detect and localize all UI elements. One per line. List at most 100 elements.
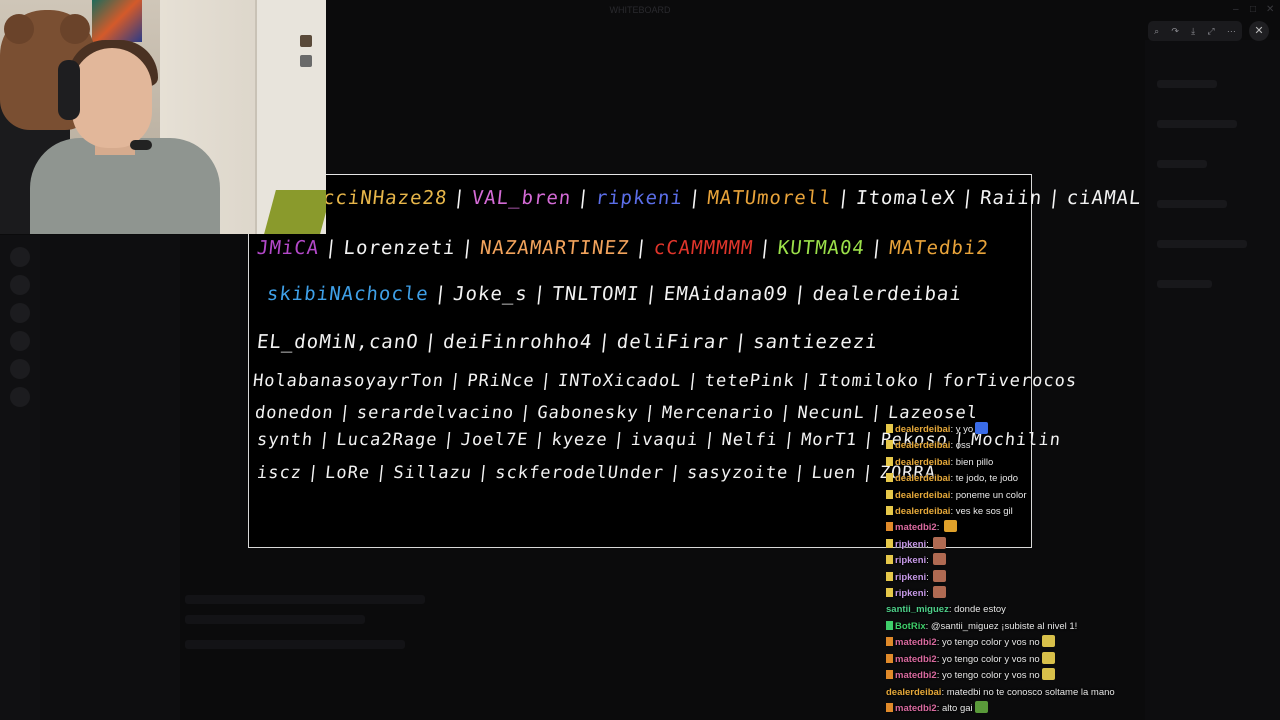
handwritten-name: EMAidana09 xyxy=(662,283,790,305)
separator: | xyxy=(643,403,657,423)
mod-badge-icon xyxy=(886,456,893,466)
more-icon[interactable]: ⋯ xyxy=(1227,26,1236,37)
chat-username[interactable]: matedbi2 xyxy=(895,703,937,714)
whiteboard-line: iscz | LoRe | Sillazu | sckferodelUnder | sasyzo… xyxy=(256,463,937,483)
handwritten-name: serardelvacino xyxy=(355,403,516,423)
handwritten-name: KUTMA04 xyxy=(776,237,866,259)
close-icon[interactable]: ✕ xyxy=(1249,21,1269,41)
chat-text: poneme un color xyxy=(955,489,1027,501)
separator: | xyxy=(836,187,852,209)
chat-text: matedbi no te conosco soltame la mano xyxy=(946,686,1115,698)
separator: | xyxy=(869,237,885,259)
chat-message: dealerdeibai: bien pillo xyxy=(886,455,1146,471)
chat-text: yo tengo color y vos no xyxy=(942,653,1040,665)
channel-list xyxy=(40,235,180,720)
expand-icon[interactable]: ⤢ xyxy=(1207,26,1214,37)
chat-message: matedbi2: xyxy=(886,520,1146,536)
handwritten-name: Joke_s xyxy=(452,283,529,305)
separator: | xyxy=(779,403,793,423)
emote-icon xyxy=(933,536,947,549)
separator: | xyxy=(923,371,938,391)
separator: | xyxy=(644,283,659,305)
emote-icon xyxy=(1041,635,1055,648)
chat-username[interactable]: ripkeni xyxy=(895,572,926,583)
handwritten-name: TNLTOMI xyxy=(551,283,641,305)
bot-badge-icon xyxy=(886,620,893,630)
chat-text: ves ke sos gil xyxy=(955,506,1013,518)
chat-username[interactable]: dealerdeibai xyxy=(895,424,950,435)
separator: | xyxy=(733,331,749,353)
chat-username[interactable]: BotRix xyxy=(895,621,926,632)
window-close-button[interactable]: ✕ xyxy=(1266,4,1274,15)
chat-line xyxy=(185,615,365,624)
separator: | xyxy=(533,430,547,450)
emote-icon xyxy=(1041,668,1055,681)
chat-username[interactable]: matedbi2 xyxy=(895,654,937,665)
separator: | xyxy=(423,331,439,353)
separator: | xyxy=(452,187,467,209)
handwritten-name: JMiCA xyxy=(255,237,321,259)
redo-icon[interactable]: ↷ xyxy=(1171,26,1179,37)
chat-username[interactable]: dealerdeibai xyxy=(895,457,950,468)
handwritten-name: Lorenzeti xyxy=(342,237,457,259)
chat-username[interactable]: matedbi2 xyxy=(895,522,937,533)
sub-badge-icon xyxy=(886,653,893,663)
chat-username[interactable]: ripkeni xyxy=(895,555,926,566)
maximize-button[interactable]: □ xyxy=(1250,4,1256,15)
chat-text: oss xyxy=(955,440,971,452)
separator: | xyxy=(442,430,456,450)
minimize-button[interactable]: – xyxy=(1233,4,1239,15)
chat-message: matedbi2: alto gai xyxy=(886,700,1146,717)
chat-username[interactable]: matedbi2 xyxy=(895,637,937,648)
chat-username[interactable]: ripkeni xyxy=(895,588,926,599)
chat-message: matedbi2: yo tengo color y vos no xyxy=(886,651,1146,668)
chat-text: alto gai xyxy=(942,702,973,714)
handwritten-name: Nelfi xyxy=(720,430,779,450)
chat-message: dealerdeibai: te jodo, te jodo xyxy=(886,471,1146,487)
chat-text: y yo xyxy=(955,424,974,435)
chat-message: matedbi2: yo tengo color y vos no xyxy=(886,668,1146,684)
chat-text: yo tengo color y vos no xyxy=(942,637,1040,649)
handwritten-name: deiFinrohho4 xyxy=(442,331,594,353)
separator: | xyxy=(634,237,649,259)
chat-username[interactable]: ripkeni xyxy=(895,539,926,550)
chat-username[interactable]: dealerdeibai xyxy=(895,490,950,501)
zoom-icon[interactable]: ⌕ xyxy=(1154,26,1159,37)
chat-username[interactable]: dealerdeibai xyxy=(895,440,950,451)
chat-username[interactable]: matedbi2 xyxy=(895,670,937,681)
sub-badge-icon xyxy=(886,637,893,647)
emote-icon xyxy=(1041,651,1055,664)
mod-badge-icon xyxy=(886,588,893,598)
chat-message: dealerdeibai: y yo xyxy=(886,422,1146,438)
chat-text: te jodo, te jodo xyxy=(955,473,1019,485)
chat-message: dealerdeibai: ves ke sos gil xyxy=(886,504,1146,520)
separator: | xyxy=(960,187,976,209)
emote-icon xyxy=(933,569,947,582)
sub-badge-icon xyxy=(886,702,893,712)
chat-message: dealerdeibai: oss xyxy=(886,438,1146,454)
chat-username[interactable]: dealerdeibai xyxy=(895,473,950,484)
mod-badge-icon xyxy=(886,440,893,450)
handwritten-name: Luca2Rage xyxy=(335,430,439,450)
handwritten-name: INToXicadoL xyxy=(556,371,683,391)
handwritten-name: MATUmorell xyxy=(706,187,833,209)
handwritten-name: ripkeni xyxy=(594,187,685,209)
handwritten-name: donedon xyxy=(253,403,335,423)
separator: | xyxy=(782,430,797,450)
handwritten-name: NecunL xyxy=(796,403,866,423)
separator: | xyxy=(686,371,700,391)
chat-username[interactable]: santii_miguez xyxy=(886,604,949,615)
mod-badge-icon xyxy=(886,489,893,499)
handwritten-name: sckferodelUnder xyxy=(494,463,665,483)
whiteboard-line: cciNHaze28 | VAL_bren | ripkeni | MATUmorell | I… xyxy=(322,187,1143,209)
separator: | xyxy=(477,463,491,483)
emote-icon xyxy=(974,700,988,713)
download-icon[interactable]: ⤓ xyxy=(1191,26,1195,37)
chat-username[interactable]: dealerdeibai xyxy=(895,506,950,517)
whiteboard-line: donedon | serardelvacino | Gabonesky | Mercena… xyxy=(254,403,979,423)
mod-badge-icon xyxy=(886,506,893,516)
handwritten-name: ciAMAL xyxy=(1065,187,1143,209)
chat-message: BotRix: @santii_miguez ¡subiste al nivel… xyxy=(886,619,1146,635)
chat-username[interactable]: dealerdeibai xyxy=(886,687,941,698)
separator: | xyxy=(861,463,875,483)
